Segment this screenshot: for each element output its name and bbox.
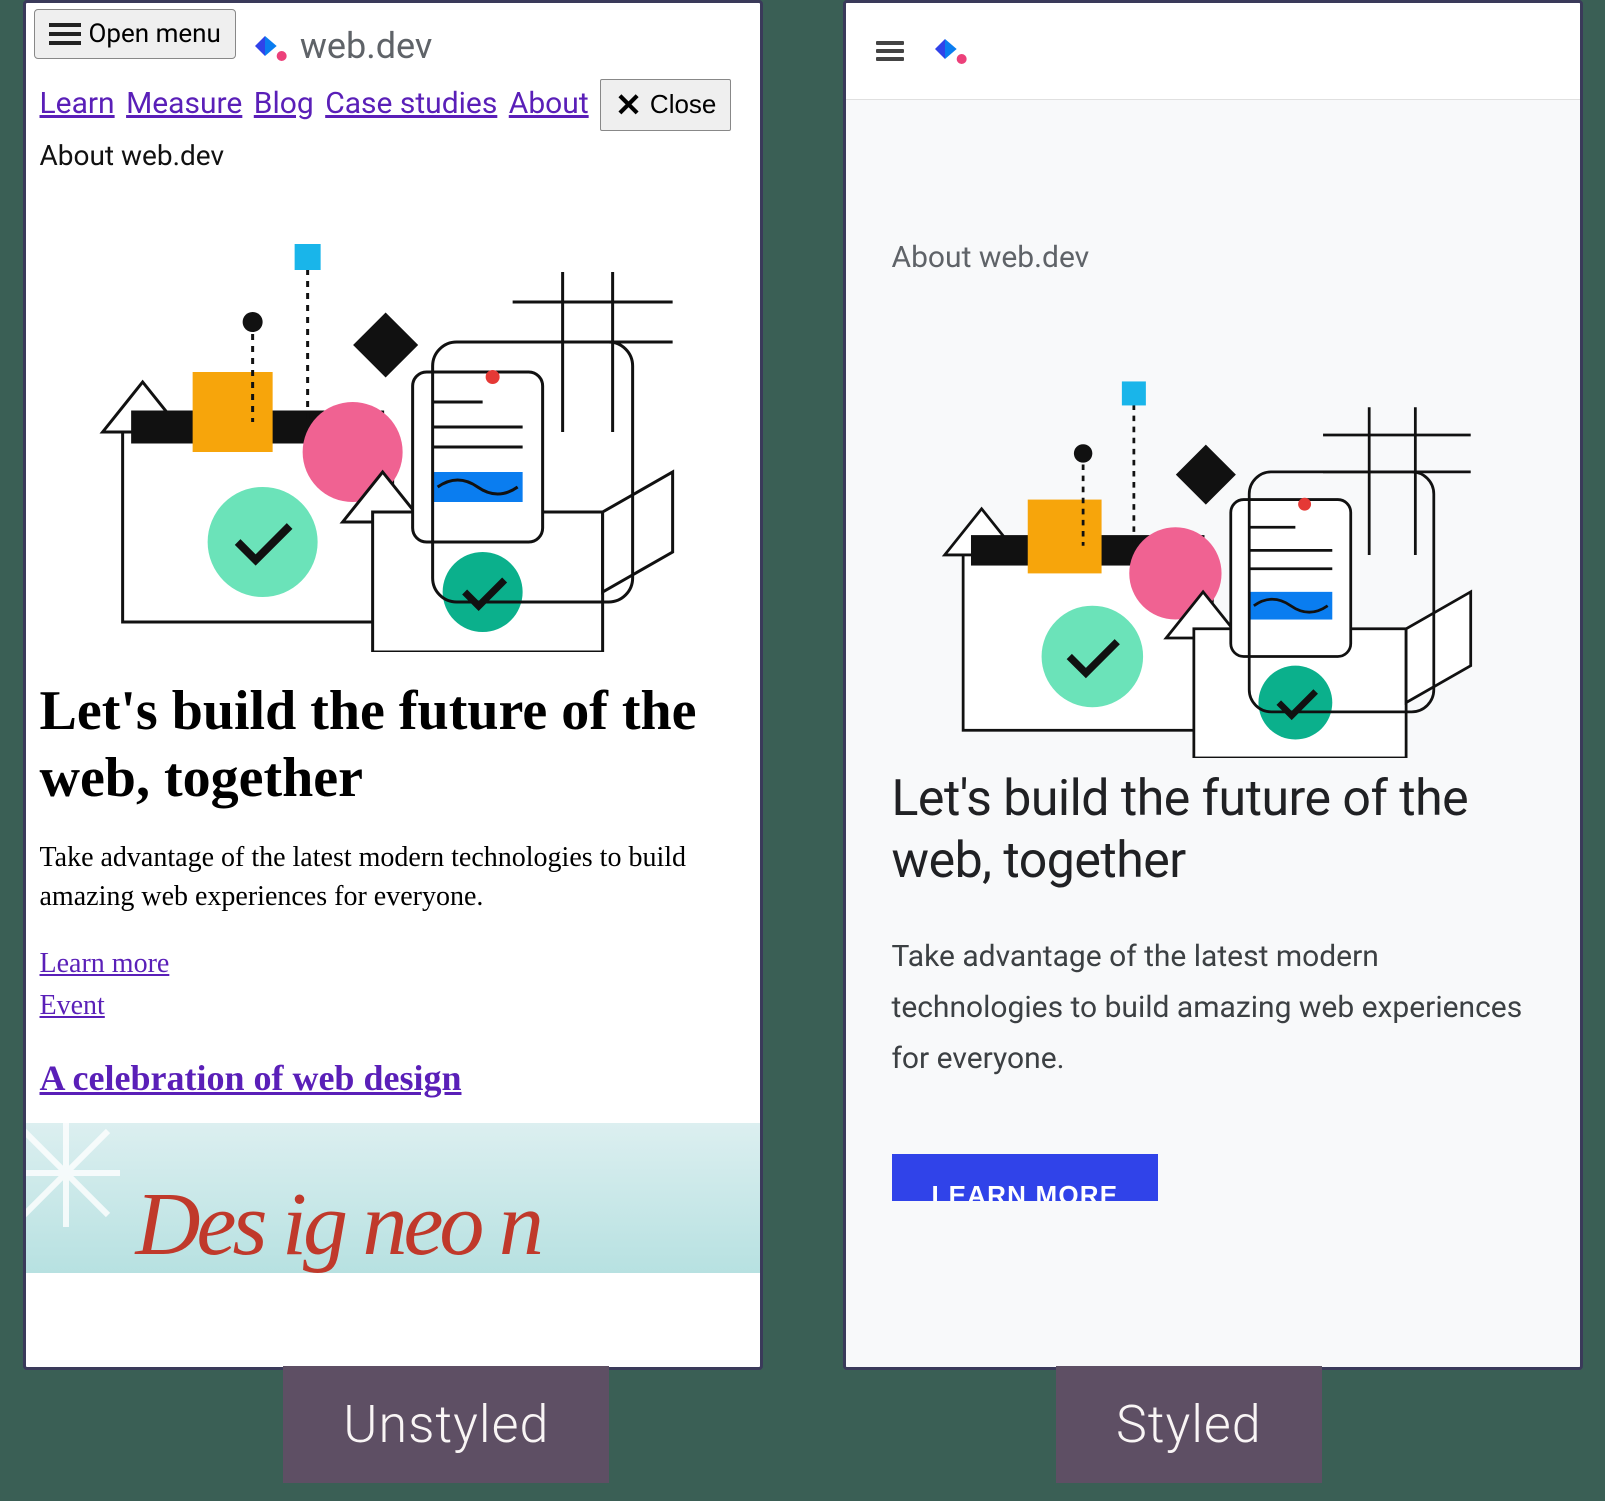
page-heading: Let's build the future of the web, toget…: [40, 678, 746, 812]
caption-styled: Styled: [1056, 1366, 1322, 1483]
event-link[interactable]: Event: [40, 985, 746, 1027]
page-subhead: Take advantage of the latest modern tech…: [892, 931, 1534, 1084]
webdev-logo-icon: [930, 29, 970, 69]
article-image-text: Des ig neo n: [136, 1173, 540, 1273]
eyebrow-text: About web.dev: [892, 240, 1534, 275]
hamburger-icon: [49, 18, 81, 50]
page-subhead: Take advantage of the latest modern tech…: [40, 838, 746, 916]
article-title-link[interactable]: A celebration of web design: [40, 1058, 462, 1098]
close-button[interactable]: ✕ Close: [600, 79, 731, 131]
snowflake-icon: [26, 1123, 126, 1233]
learn-more-link[interactable]: Learn more: [40, 943, 746, 985]
close-label: Close: [650, 89, 716, 120]
nav-learn[interactable]: Learn: [40, 86, 115, 121]
caption-unstyled: Unstyled: [283, 1366, 609, 1483]
site-logo[interactable]: web.dev: [250, 25, 432, 67]
article-image: Des ig neo n: [26, 1123, 760, 1273]
phone-unstyled: Open menu web.dev Learn Measure Blog Cas…: [23, 0, 763, 1370]
caption-row: Unstyled Styled: [0, 1366, 1605, 1501]
site-header: [846, 3, 1580, 100]
logo-text: web.dev: [300, 25, 432, 67]
nav-links: Learn Measure Blog Case studies About ✕ …: [26, 73, 760, 135]
site-logo[interactable]: [930, 29, 970, 73]
hero-illustration: [892, 315, 1534, 758]
phone-styled: About web.dev: [843, 0, 1583, 1370]
nav-about[interactable]: About: [509, 86, 589, 121]
nav-blog[interactable]: Blog: [254, 86, 314, 121]
nav-measure[interactable]: Measure: [126, 86, 242, 121]
open-menu-label: Open menu: [89, 19, 221, 49]
close-icon: ✕: [615, 86, 642, 124]
webdev-logo-icon: [250, 26, 290, 66]
open-menu-button[interactable]: Open menu: [34, 9, 236, 59]
page-heading: Let's build the future of the web, toget…: [892, 768, 1534, 893]
comparison-row: Open menu web.dev Learn Measure Blog Cas…: [0, 0, 1605, 1370]
nav-case-studies[interactable]: Case studies: [325, 86, 497, 121]
menu-button[interactable]: [876, 37, 904, 65]
learn-more-button[interactable]: LEARN MORE: [892, 1154, 1159, 1219]
hero-illustration: [26, 172, 760, 652]
eyebrow-text: About web.dev: [26, 135, 760, 172]
